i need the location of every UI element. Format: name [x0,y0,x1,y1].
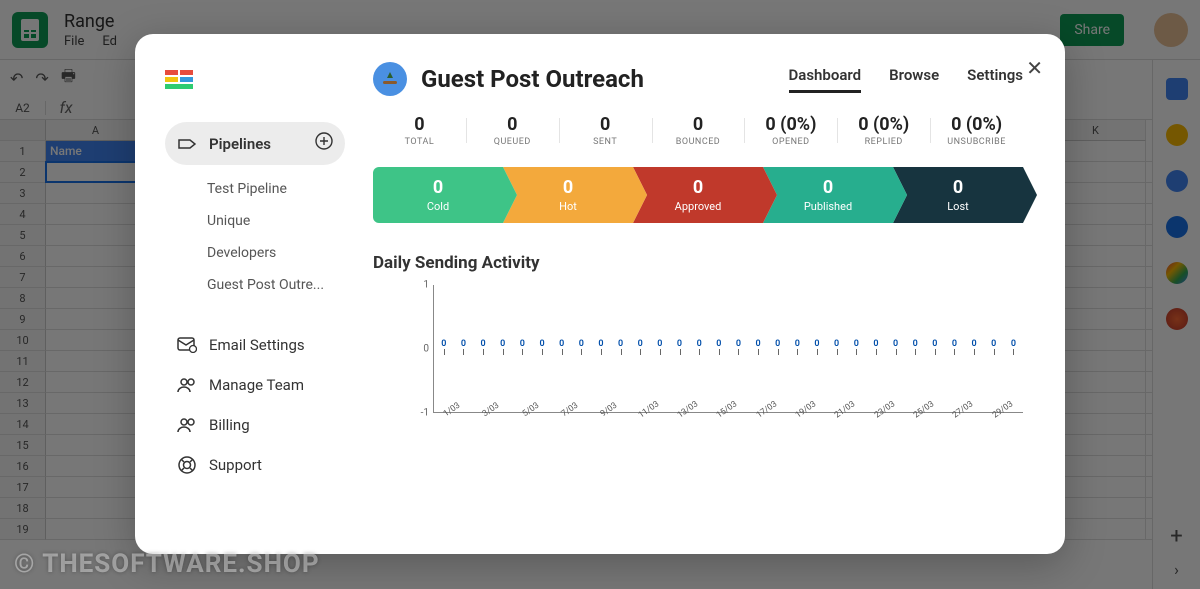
pipeline-sub-item[interactable]: Guest Post Outre... [207,269,345,301]
data-point-label: 0 [473,339,493,349]
data-point-label: 0 [670,339,690,349]
stat-queued: 0QUEUED [466,114,559,147]
stage-published[interactable]: 0Published [763,167,893,223]
data-point-label: 0 [886,339,906,349]
y-tick-label: -1 [421,408,429,419]
nav-billing[interactable]: Billing [165,405,345,445]
mail-settings-icon [177,335,197,355]
chart-title: Daily Sending Activity [373,253,1023,273]
stat-replied: 0 (0%)REPLIED [837,114,930,147]
tab-dashboard[interactable]: Dashboard [789,66,862,93]
tab-settings[interactable]: Settings [967,66,1023,93]
daily-activity-chart: -101 000000000000000000000000000000 1/03… [373,285,1023,435]
data-point-label: 0 [925,339,945,349]
nav-pipelines-label: Pipelines [209,135,271,153]
stage-approved[interactable]: 0Approved [633,167,763,223]
data-point-label: 0 [493,339,513,349]
tab-browse[interactable]: Browse [889,66,939,93]
data-point-label: 0 [513,339,533,349]
data-point-label: 0 [650,339,670,349]
data-point-label: 0 [611,339,631,349]
life-ring-icon [177,455,197,475]
data-point-label: 0 [827,339,847,349]
data-point-label: 0 [768,339,788,349]
data-point-label: 0 [1004,339,1024,349]
nav-email-settings-label: Email Settings [209,336,305,354]
data-point-label: 0 [630,339,650,349]
y-tick-label: 0 [423,344,429,355]
stat-unsubcribe: 0 (0%)UNSUBCRIBE [930,114,1023,147]
add-pipeline-icon[interactable] [315,132,333,155]
nav-manage-team[interactable]: Manage Team [165,365,345,405]
data-point-label: 0 [788,339,808,349]
data-point-label: 0 [905,339,925,349]
nav-email-settings[interactable]: Email Settings [165,325,345,365]
billing-icon [177,415,197,435]
close-icon[interactable]: ✕ [1026,56,1043,80]
app-modal: ✕ Pipelines Test PipelineUniqueDeveloper… [135,34,1065,554]
stat-sent: 0SENT [559,114,652,147]
nav-support-label: Support [209,456,262,474]
data-point-label: 0 [807,339,827,349]
nav-support[interactable]: Support [165,445,345,485]
pipeline-sub-item[interactable]: Test Pipeline [207,173,345,205]
stage-lost[interactable]: 0Lost [893,167,1023,223]
y-tick-label: 1 [423,280,429,291]
data-point-label: 0 [434,339,454,349]
data-point-label: 0 [866,339,886,349]
stat-total: 0TOTAL [373,114,466,147]
pipeline-avatar-icon [373,62,407,96]
data-point-label: 0 [964,339,984,349]
nav-manage-team-label: Manage Team [209,376,304,394]
chart-plot-area: 000000000000000000000000000000 [433,285,1023,413]
modal-sidebar: Pipelines Test PipelineUniqueDevelopersG… [135,34,363,554]
data-point-label: 0 [591,339,611,349]
data-point-label: 0 [729,339,749,349]
nav-pipelines[interactable]: Pipelines [165,122,345,165]
stat-opened: 0 (0%)OPENED [744,114,837,147]
data-point-label: 0 [846,339,866,349]
modal-main: Guest Post Outreach Dashboard Browse Setti… [363,34,1065,554]
data-point-label: 0 [454,339,474,349]
stat-bounced: 0BOUNCED [652,114,745,147]
pipeline-sub-item[interactable]: Unique [207,205,345,237]
data-point-label: 0 [748,339,768,349]
data-point-label: 0 [984,339,1004,349]
data-point-label: 0 [532,339,552,349]
modal-overlay: ✕ Pipelines Test PipelineUniqueDeveloper… [0,0,1200,589]
pipeline-sub-item[interactable]: Developers [207,237,345,269]
team-icon [177,375,197,395]
data-point-label: 0 [689,339,709,349]
app-logo [165,70,193,92]
data-point-label: 0 [709,339,729,349]
data-point-label: 0 [571,339,591,349]
stage-hot[interactable]: 0Hot [503,167,633,223]
data-point-label: 0 [945,339,965,349]
stage-cold[interactable]: 0Cold [373,167,503,223]
tag-icon [177,134,197,154]
data-point-label: 0 [552,339,572,349]
page-title: Guest Post Outreach [421,65,644,93]
nav-billing-label: Billing [209,416,250,434]
